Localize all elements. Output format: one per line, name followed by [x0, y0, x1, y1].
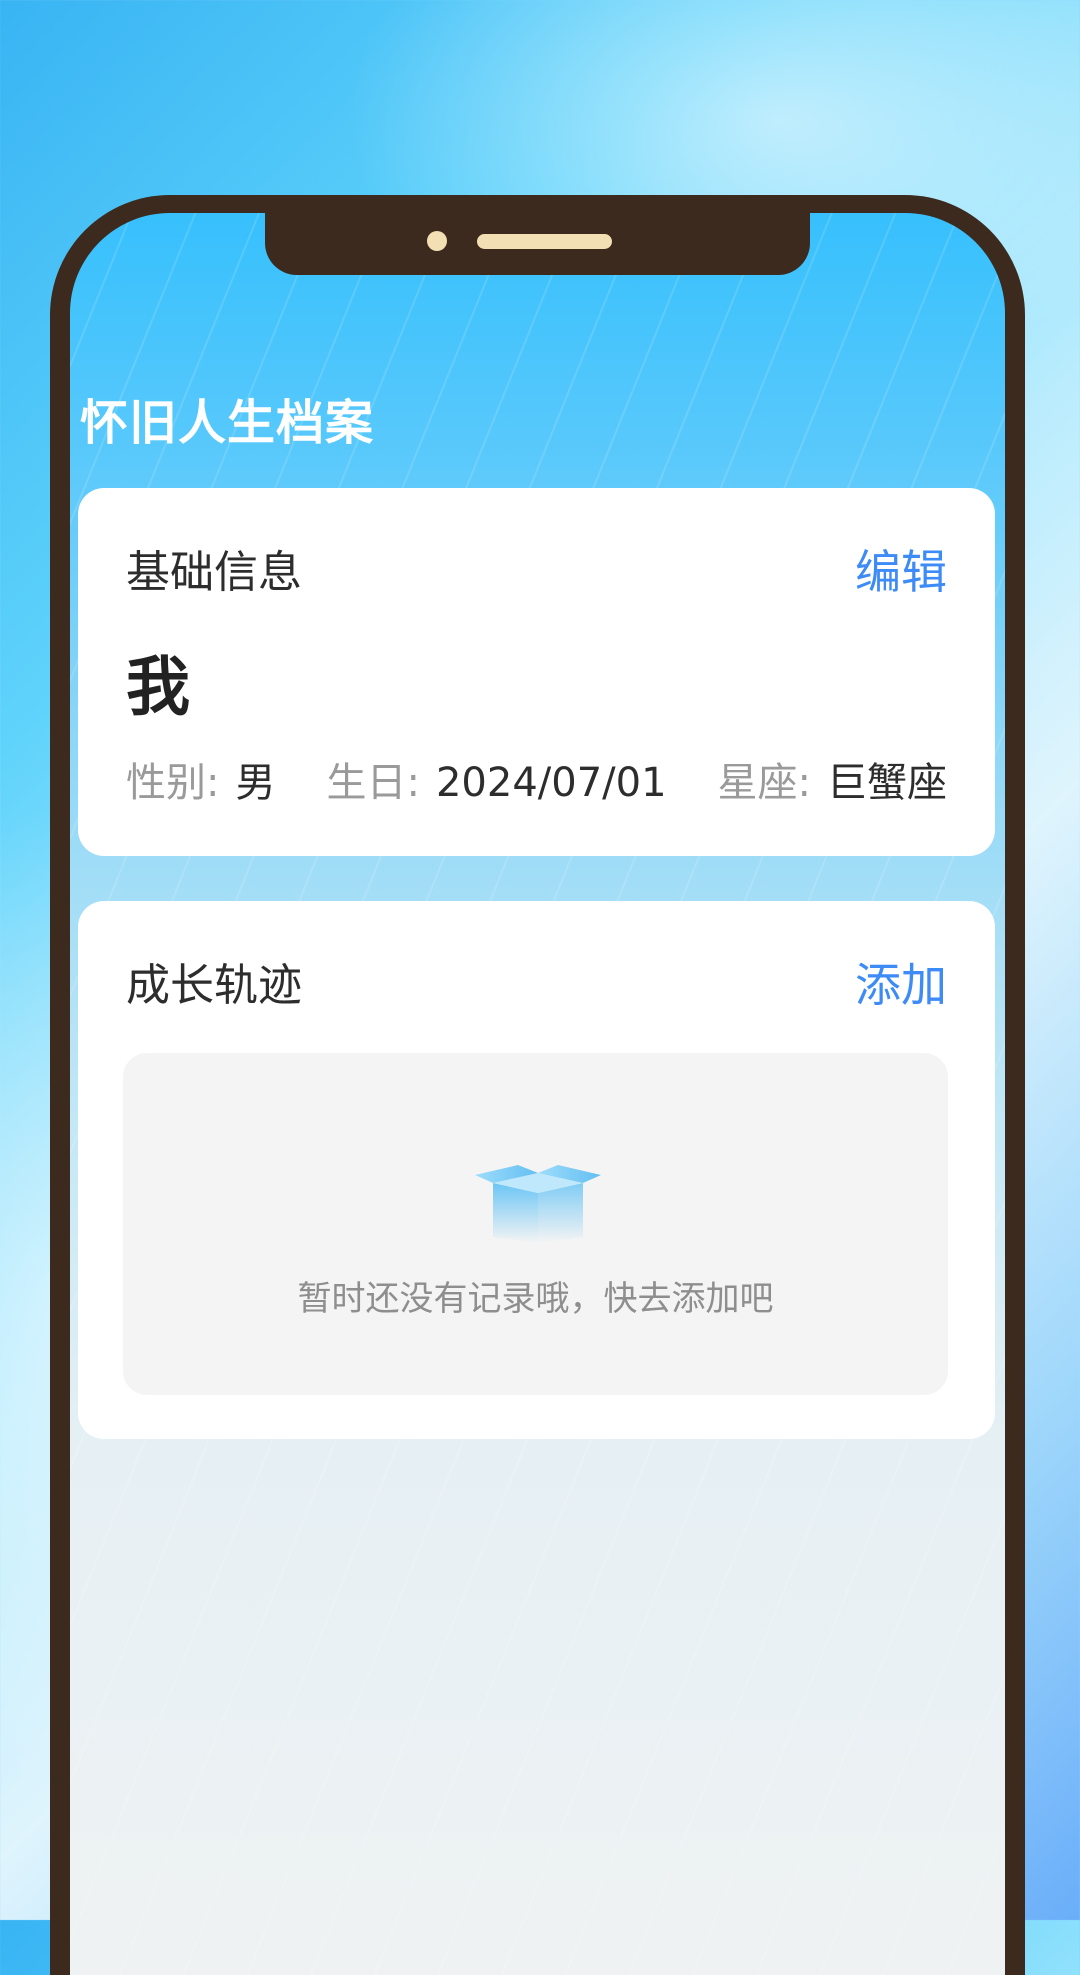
zodiac-field: 星座: 巨蟹座 — [718, 750, 947, 808]
growth-card: 成长轨迹 添加 暂时还没有记录哦，快去添加吧 — [78, 901, 995, 1439]
profile-details: 性别: 男 生日: 2024/07/01 星座: 巨蟹座 — [126, 750, 947, 806]
zodiac-value: 巨蟹座 — [827, 760, 947, 806]
gender-label: 性别: — [126, 760, 220, 806]
page-title: 怀旧人生档案 — [80, 395, 375, 451]
camera-icon — [427, 231, 447, 251]
empty-state: 暂时还没有记录哦，快去添加吧 — [123, 1053, 948, 1395]
phone-notch — [265, 213, 810, 275]
birthday-value: 2024/07/01 — [435, 760, 667, 806]
empty-message: 暂时还没有记录哦，快去添加吧 — [297, 1279, 774, 1319]
edit-button[interactable]: 编辑 — [855, 536, 947, 602]
empty-box-icon — [475, 1165, 601, 1243]
speaker-grille — [477, 234, 612, 249]
birthday-field: 生日: 2024/07/01 — [326, 750, 666, 808]
profile-name: 我 — [126, 651, 190, 725]
birthday-label: 生日: — [326, 760, 420, 806]
gender-value: 男 — [235, 760, 276, 806]
app-screen: 怀旧人生档案 基础信息 编辑 我 性别: 男 生日: 2024/07/01 星座… — [70, 213, 1005, 1975]
phone-frame: 怀旧人生档案 基础信息 编辑 我 性别: 男 生日: 2024/07/01 星座… — [50, 195, 1025, 1975]
gender-field: 性别: 男 — [126, 750, 275, 808]
zodiac-label: 星座: — [717, 760, 811, 806]
growth-title: 成长轨迹 — [126, 960, 302, 1011]
basic-info-card: 基础信息 编辑 我 性别: 男 生日: 2024/07/01 星座: 巨蟹座 — [78, 488, 995, 856]
add-button[interactable]: 添加 — [855, 949, 947, 1015]
basic-info-title: 基础信息 — [126, 547, 302, 598]
